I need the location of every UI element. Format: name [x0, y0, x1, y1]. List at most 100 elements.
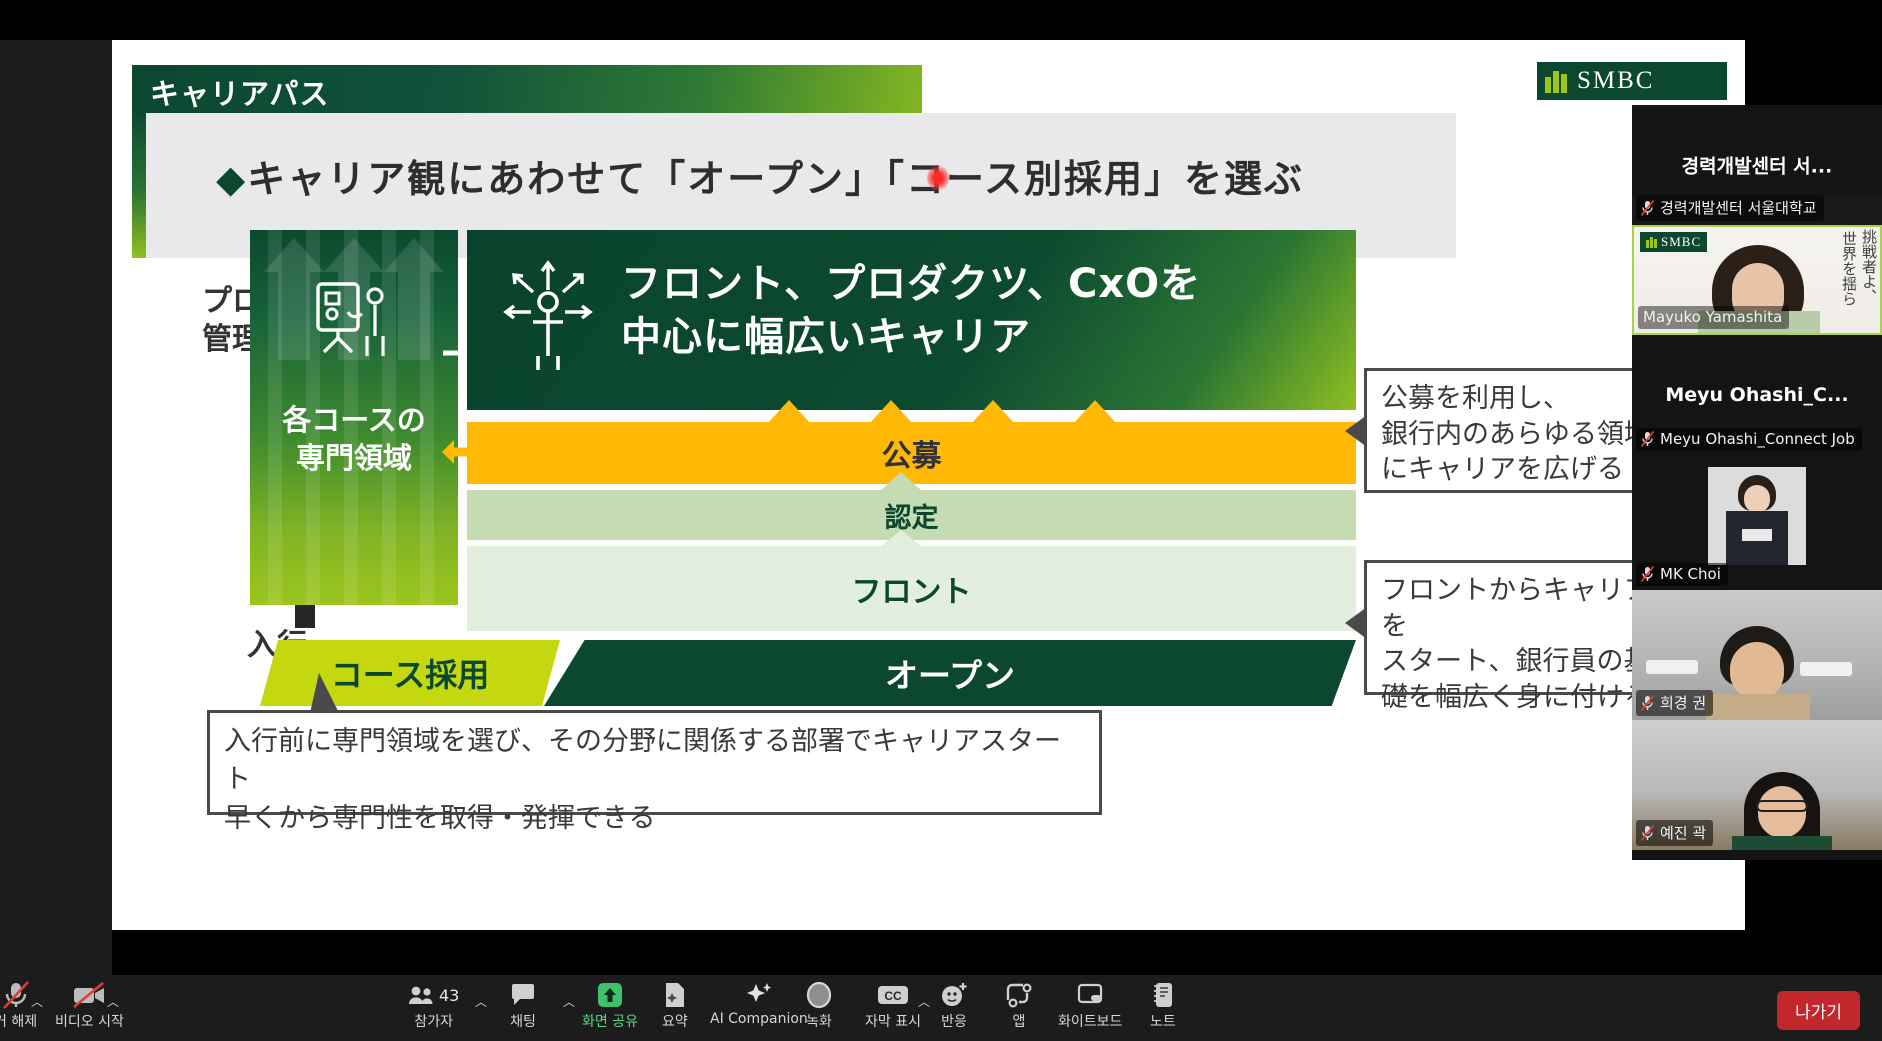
participant-5-name: 희경 권 [1660, 694, 1707, 712]
notch-front [879, 530, 923, 548]
footer-bar-open-label: オープン [884, 656, 1016, 695]
participant-1-nameplate: 경력개발센터 서울대학교 [1636, 195, 1824, 221]
share-screen-button[interactable]: 화면 공유 [582, 981, 638, 1031]
mic-off-icon [1641, 431, 1654, 447]
laser-pointer-dot [927, 165, 949, 191]
share-screen-label: 화면 공유 [582, 1014, 638, 1030]
record-label: 녹화 [806, 1014, 832, 1030]
summary-doc-icon [663, 981, 687, 1009]
callout-tail-icon [1345, 607, 1367, 639]
slide-subtitle: ◆キャリア観にあわせて「オープン」「コース別採用」を選ぶ [216, 148, 1304, 203]
chat-button-label: 채팅 [510, 1014, 536, 1030]
ai-companion-label: AI Companion [710, 1011, 808, 1027]
notch-nintei [879, 472, 923, 492]
callout-course-text: 入行前に専門領域を選び、その分野に関係する部署でキャリアスタート 早くから専門性… [224, 726, 1061, 834]
notes-label: 노트 [1150, 1014, 1176, 1030]
shared-screen-slide: キャリアパス ◆キャリア観にあわせて「オープン」「コース別採用」を選ぶ SMBC… [112, 40, 1745, 930]
record-button[interactable]: 녹화 [805, 981, 833, 1031]
apps-label: 앱 [1012, 1014, 1026, 1030]
reactions-label: 반응 [941, 1014, 967, 1030]
whiteboard-button[interactable]: 화이트보드 [1058, 981, 1122, 1031]
whiteboard-label: 화이트보드 [1058, 1014, 1123, 1030]
record-icon [805, 981, 833, 1009]
mic-off-icon [1641, 694, 1654, 711]
participant-3-center-name: Meyu Ohashi_C... [1665, 384, 1849, 406]
participant-tile-1[interactable]: 경력개발센터 서... 경력개발센터 서울대학교 [1632, 105, 1882, 225]
participant-tile-3[interactable]: Meyu Ohashi_C... Meyu Ohashi_Connect Job [1632, 335, 1882, 455]
header-left-accent [132, 113, 146, 258]
smiley-plus-icon [940, 981, 968, 1009]
participant-2-nameplate: Mayuko Yamashita [1638, 306, 1790, 329]
participant-2-name: Mayuko Yamashita [1643, 308, 1783, 326]
participant-4-nameplate: MK Choi [1636, 563, 1728, 586]
participant-2-kanji-b: 世界を揺ら [1840, 231, 1858, 306]
band-front-label: フロント [851, 574, 972, 610]
slide-bottom-black [112, 930, 1745, 975]
slide-subtitle-text: キャリア観にあわせて「オープン」「コース別採用」を選ぶ [247, 157, 1305, 201]
presenter-board-icon [316, 282, 385, 356]
open-course-headline-panel: フロント、プロダクツ、CxOを 中心に幅広いキャリア [467, 230, 1356, 410]
people-icon: 43 [408, 981, 459, 1009]
left-letterbox [0, 0, 112, 975]
course-column-label: 各コースの 専門領域 [282, 403, 426, 475]
footer-bar-course: コース採用 [260, 640, 560, 706]
participant-6-nameplate: 예진 곽 [1636, 820, 1714, 846]
video-off-icon [72, 981, 106, 1009]
callout-tail-icon [310, 673, 339, 713]
captions-label: 자막 표시 [865, 1014, 921, 1030]
participant-4-name: MK Choi [1660, 565, 1721, 583]
apps-icon [1005, 981, 1033, 1009]
mic-off-icon [1641, 824, 1654, 841]
chat-icon [510, 981, 536, 1009]
whiteboard-icon [1076, 981, 1104, 1009]
mic-off-icon [1641, 199, 1654, 216]
captions-caret-icon[interactable]: ︿ [918, 993, 930, 1010]
participants-button[interactable]: 43 참가자 [408, 981, 459, 1031]
chat-caret-icon[interactable]: ︿ [563, 993, 575, 1010]
footer-bar-open: オープン [544, 640, 1356, 706]
apps-button[interactable]: 앱 [1005, 981, 1033, 1031]
meeting-toolbar: 거 해제 ︿ 비디오 시작 ︿ 43 참가자 ︿ 채팅 ︿ 화면 공유 요약 A… [0, 975, 1882, 1041]
course-specialty-column: 各コースの 専門領域 [250, 230, 458, 605]
participant-tile-6[interactable]: 예진 곽 [1632, 720, 1882, 850]
smbc-logo-text: SMBC [1577, 67, 1655, 94]
notes-button[interactable]: 노트 [1150, 981, 1176, 1031]
person-expanding-icon [503, 260, 593, 370]
mic-options-caret-icon[interactable]: ︿ [31, 993, 43, 1010]
participant-2-smbc-overlay: SMBC [1640, 232, 1708, 252]
participants-button-label: 참가자 [414, 1014, 453, 1030]
callout-course: 入行前に専門領域を選び、その分野に関係する部署でキャリアスタート 早くから専門性… [207, 673, 1102, 834]
mic-off-icon [1641, 566, 1654, 582]
captions-button[interactable]: CC 자막 표시 [865, 981, 921, 1031]
participant-2-smbc-text: SMBC [1661, 234, 1702, 249]
reactions-button[interactable]: 반응 [940, 981, 968, 1031]
participant-2-kanji-a: 挑戦者よ、 [1860, 229, 1878, 304]
cc-icon: CC [876, 981, 910, 1009]
green-panel-text: フロント、プロダクツ、CxOを 中心に幅広いキャリア [621, 261, 1202, 360]
arrow-left-icon [442, 440, 474, 464]
mic-off-icon [2, 981, 29, 1009]
video-button-label: 비디오 시작 [55, 1014, 124, 1030]
participant-1-center-name: 경력개발센터 서... [1681, 155, 1833, 178]
video-options-caret-icon[interactable]: ︿ [107, 993, 119, 1010]
slide-header-bar: キャリアパス [132, 65, 922, 113]
band-front: フロント [467, 546, 1356, 631]
participants-count: 43 [439, 985, 460, 1005]
participant-4-video [1708, 467, 1806, 565]
smbc-mark-icon [1545, 69, 1567, 93]
leave-button[interactable]: 나가기 [1777, 991, 1860, 1030]
participant-tile-5[interactable]: 희경 권 [1632, 590, 1882, 720]
participant-3-nameplate: Meyu Ohashi_Connect Job [1636, 428, 1862, 451]
chat-button[interactable]: 채팅 [510, 981, 536, 1031]
ai-companion-button[interactable]: AI Companion [710, 981, 808, 1027]
participant-tile-4[interactable]: MK Choi [1632, 455, 1882, 590]
summary-button[interactable]: 요약 [662, 981, 688, 1031]
callout-tail-icon [1345, 415, 1367, 447]
participant-tile-2[interactable]: SMBC 挑戦者よ、 世界を揺ら Mayuko Yamashita [1632, 225, 1882, 335]
participant-5-nameplate: 희경 권 [1636, 690, 1714, 716]
share-screen-icon [595, 981, 625, 1009]
participants-caret-icon[interactable]: ︿ [475, 993, 487, 1010]
diamond-bullet-icon: ◆ [216, 157, 248, 201]
participant-3-name: Meyu Ohashi_Connect Job [1660, 430, 1855, 448]
participant-video-rail[interactable]: 경력개발센터 서... 경력개발센터 서울대학교 SMBC 挑戦者よ、 世界を揺… [1632, 105, 1882, 860]
